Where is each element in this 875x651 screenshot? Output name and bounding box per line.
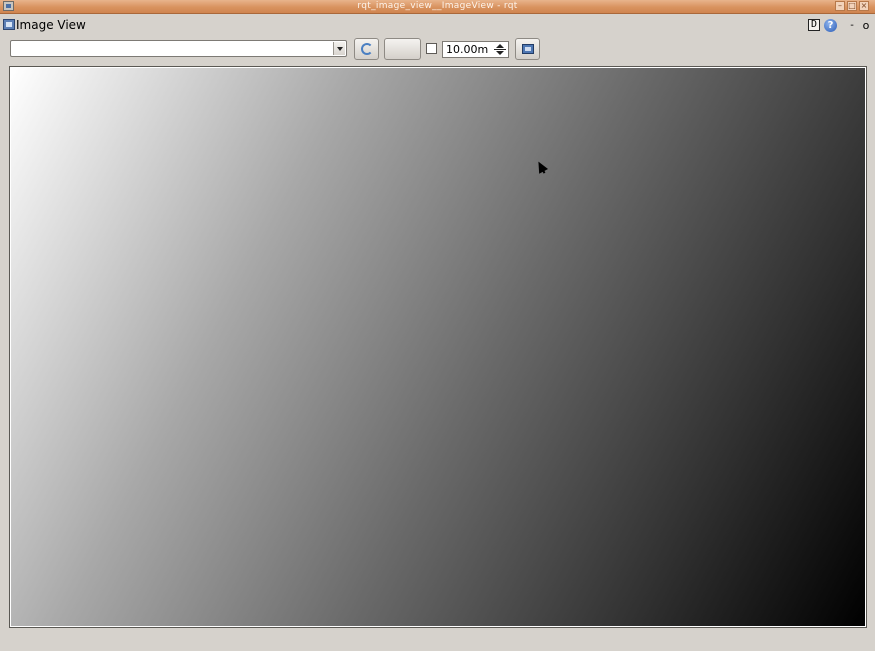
spin-arrows[interactable] [494,43,506,56]
spin-up-icon[interactable] [496,44,504,48]
spin-divider [494,49,506,50]
save-icon [522,44,534,54]
dock-d-icon[interactable]: D [808,19,820,31]
spin-value: 10.00m [446,43,489,56]
dock-close-icon[interactable]: o [861,19,871,32]
chevron-down-icon[interactable] [333,42,345,55]
image-frame [9,66,867,628]
window-title: rqt_image_view__ImageView - rqt [357,1,518,11]
dock-title: Image View [16,18,86,32]
help-icon[interactable]: ? [824,18,837,32]
image-canvas[interactable] [11,68,865,626]
save-image-button[interactable] [515,38,540,60]
topic-combobox[interactable] [10,40,347,57]
zoom-button[interactable] [384,38,421,60]
refresh-icon [361,43,373,55]
image-view-icon [3,19,15,30]
toolbar: 10.00m [0,37,875,63]
dock-controls: D ? - o [808,18,871,32]
window-titlebar[interactable]: rqt_image_view__ImageView - rqt – □ × [0,0,875,14]
minimize-button[interactable]: – [835,1,845,11]
mouse-cursor-icon [534,159,548,174]
smooth-checkbox[interactable] [426,43,437,54]
status-bar [0,630,875,651]
maximize-button[interactable]: □ [847,1,857,11]
main-window: rqt_image_view__ImageView - rqt – □ × Im… [0,0,875,651]
refresh-button[interactable] [354,38,379,60]
spin-down-icon[interactable] [496,51,504,55]
dock-titlebar[interactable]: Image View D ? - o [0,14,875,36]
window-close-button[interactable]: × [859,1,869,11]
max-range-spinbox[interactable]: 10.00m [442,41,509,58]
dock-float-icon[interactable]: - [847,20,857,31]
